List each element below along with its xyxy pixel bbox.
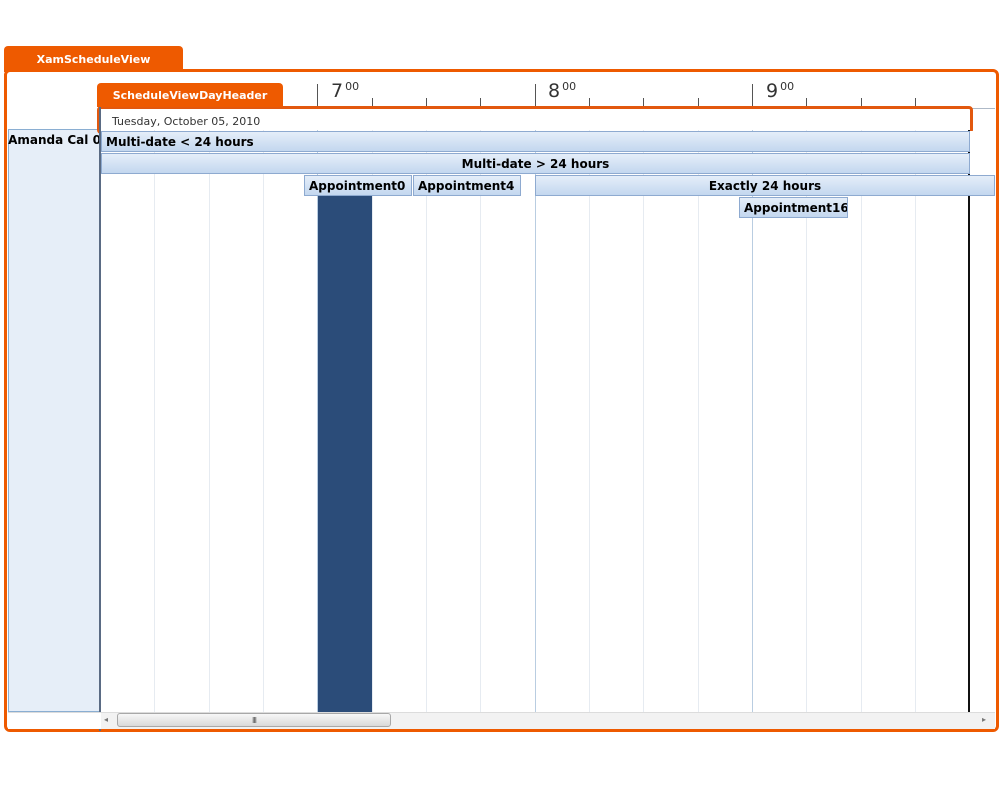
appointment-exactly-24-hours[interactable]: Exactly 24 hours: [535, 175, 995, 196]
gridline: [154, 130, 155, 712]
scroll-left-arrow-icon[interactable]: ◂: [104, 714, 114, 726]
appointment-4[interactable]: Appointment4: [413, 175, 521, 196]
hour-value: 9: [766, 80, 779, 102]
gridline: [915, 130, 916, 712]
scroll-right-arrow-icon[interactable]: ▸: [982, 714, 992, 726]
busy-time-block[interactable]: [318, 196, 372, 712]
appointment-label: Appointment4: [418, 178, 515, 193]
appointment-label: Exactly 24 hours: [708, 178, 822, 193]
appointment-multi-date-short[interactable]: Multi-date < 24 hours: [101, 131, 970, 152]
gridline: [480, 130, 481, 712]
hour-minutes: 00: [345, 80, 360, 93]
appointment-16[interactable]: Appointment16: [739, 197, 848, 218]
major-tick: [535, 84, 536, 108]
appointment-label: Appointment0: [309, 178, 406, 193]
appointment-0[interactable]: Appointment0: [304, 175, 412, 196]
major-tick: [752, 84, 753, 108]
resource-footer: [8, 712, 101, 729]
dayheader-callout-label: ScheduleViewDayHeader: [112, 88, 268, 102]
major-tick: [317, 84, 318, 108]
gridline: [698, 130, 699, 712]
gridline: [589, 130, 590, 712]
appointment-label: Multi-date > 24 hours: [461, 156, 610, 171]
gridline: [643, 130, 644, 712]
hour-value: 7: [331, 80, 344, 102]
xamscheduleview-callout-label: XamScheduleView: [36, 52, 151, 66]
hour-label-8: 8 00: [548, 80, 576, 102]
resource-header-panel: [8, 129, 101, 712]
dayheader-callout-tab: ScheduleViewDayHeader: [97, 83, 283, 107]
gridline: [426, 130, 427, 712]
appointment-label: Multi-date < 24 hours: [106, 134, 254, 149]
hour-value: 8: [548, 80, 561, 102]
gridline: [861, 130, 862, 712]
day-header-date: Tuesday, October 05, 2010: [112, 115, 261, 128]
appointment-label: Appointment16: [744, 200, 848, 215]
current-time-line: [968, 130, 970, 712]
resource-name: Amanda Cal 0: [8, 133, 101, 147]
hour-label-9: 9 00: [766, 80, 794, 102]
hour-label-7: 7 00: [331, 80, 359, 102]
hour-minutes: 00: [562, 80, 577, 93]
grip-icon: III: [251, 715, 257, 725]
gridline: [263, 130, 264, 712]
appointment-multi-date-long[interactable]: Multi-date > 24 hours: [101, 153, 970, 174]
grid-left-border: [99, 107, 101, 731]
gridline: [372, 130, 373, 712]
gridline: [535, 130, 536, 712]
gridline: [209, 130, 210, 712]
scrollbar-thumb[interactable]: III: [117, 713, 391, 727]
hour-minutes: 00: [780, 80, 795, 93]
